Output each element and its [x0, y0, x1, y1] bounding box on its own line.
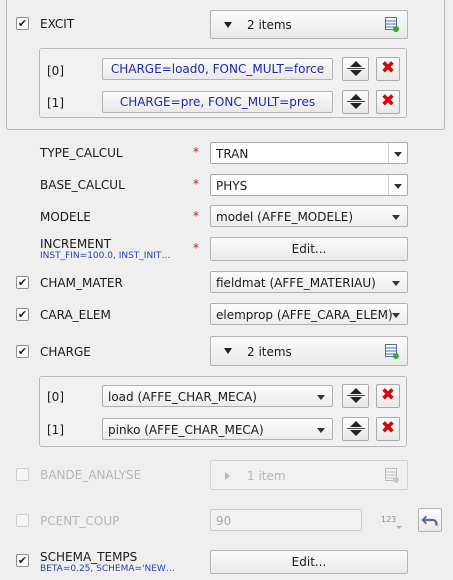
bande-analyse-checkbox[interactable]: [16, 468, 29, 481]
bande-analyse-label: BANDE_ANALYSE: [40, 468, 142, 482]
excit-row-1-value-button[interactable]: CHARGE=pre, FONC_MULT=pres: [102, 91, 333, 113]
add-table-icon: [385, 468, 399, 483]
charge-row-1-select[interactable]: pinko (AFFE_CHAR_MECA): [102, 418, 333, 440]
chevron-down-icon[interactable]: [388, 175, 407, 195]
excit-label: EXCIT: [40, 17, 75, 31]
undo-icon: [421, 515, 438, 526]
schema-temps-summary: BETA=0.25, SCHEMA='NEW…: [40, 564, 175, 574]
expand-triangle-icon: [224, 22, 232, 28]
required-marker: *: [193, 241, 199, 255]
charge-row-1-delete-button[interactable]: ✖: [376, 417, 400, 441]
charge-row-0-select[interactable]: load (AFFE_CHAR_MECA): [102, 385, 333, 407]
modele-label: MODELE: [40, 210, 91, 224]
base-calcul-combobox[interactable]: PHYS: [210, 174, 408, 196]
excit-row-0-index: [0]: [47, 64, 64, 78]
charge-row-1-index: [1]: [47, 423, 64, 437]
delete-icon: ✖: [380, 58, 396, 78]
charge-row-1-value: pinko (AFFE_CHAR_MECA): [108, 423, 264, 437]
move-up-icon: [350, 421, 362, 427]
charge-row-0-move-button[interactable]: [342, 384, 369, 408]
bande-analyse-items-button[interactable]: 1 item: [210, 460, 408, 490]
pcent-coup-label: PCENT_COUP: [40, 514, 120, 528]
pcent-coup-checkbox[interactable]: [16, 514, 29, 527]
move-separator: [347, 101, 365, 102]
required-marker: *: [193, 177, 199, 191]
charge-items-count: 2 items: [247, 345, 292, 359]
cham-mater-value: fieldmat (AFFE_MATERIAU): [216, 276, 376, 290]
cham-mater-label: CHAM_MATER: [40, 276, 123, 290]
cara-elem-value: elemprop (AFFE_CARA_ELEM): [216, 308, 393, 322]
excit-items-button[interactable]: 2 items: [210, 10, 408, 39]
increment-edit-button[interactable]: Edit...: [210, 237, 408, 261]
cham-mater-checkbox[interactable]: ✔: [16, 276, 29, 289]
pcent-coup-input[interactable]: 90: [210, 509, 362, 531]
type-calcul-combobox[interactable]: TRAN: [210, 142, 408, 164]
move-down-icon: [350, 70, 362, 76]
required-marker: *: [193, 209, 199, 223]
excit-row-0-move-button[interactable]: [342, 57, 369, 81]
move-up-icon: [350, 61, 362, 67]
charge-label: CHARGE: [40, 345, 91, 359]
pcent-coup-value: 90: [216, 514, 232, 528]
base-calcul-label: BASE_CALCUL: [40, 178, 125, 192]
move-down-icon: [350, 430, 362, 436]
delete-icon: ✖: [380, 418, 396, 438]
type-calcul-label: TYPE_CALCUL: [40, 146, 123, 160]
collapsed-triangle-icon: [225, 472, 230, 480]
charge-row-1-move-button[interactable]: [342, 417, 369, 441]
increment-label: INCREMENT: [40, 237, 112, 251]
type-hint-arrow-icon: [396, 526, 402, 529]
move-up-icon: [350, 388, 362, 394]
move-separator: [347, 395, 365, 396]
schema-temps-checkbox[interactable]: ✔: [16, 554, 29, 567]
reset-button[interactable]: [418, 508, 442, 532]
excit-items-count: 2 items: [247, 18, 292, 32]
expand-triangle-icon: [224, 348, 232, 354]
excit-checkbox[interactable]: ✔: [16, 17, 29, 30]
cara-elem-select[interactable]: elemprop (AFFE_CARA_ELEM): [210, 303, 408, 325]
charge-checkbox[interactable]: ✔: [16, 345, 29, 358]
charge-row-0-delete-button[interactable]: ✖: [376, 384, 400, 408]
add-table-icon: [385, 17, 399, 32]
base-calcul-value: PHYS: [216, 179, 248, 193]
charge-items-button[interactable]: 2 items: [210, 336, 408, 366]
type-calcul-value: TRAN: [216, 147, 249, 161]
excit-row-1-index: [1]: [47, 96, 64, 110]
move-separator: [347, 68, 365, 69]
charge-row-0-index: [0]: [47, 390, 64, 404]
cham-mater-select[interactable]: fieldmat (AFFE_MATERIAU): [210, 271, 408, 293]
delete-icon: ✖: [380, 385, 396, 405]
schema-temps-edit-button[interactable]: Edit...: [210, 550, 408, 574]
cara-elem-label: CARA_ELEM: [40, 308, 111, 322]
modele-select[interactable]: model (AFFE_MODELE): [210, 205, 408, 227]
charge-row-0-value: load (AFFE_CHAR_MECA): [108, 390, 257, 404]
move-down-icon: [350, 103, 362, 109]
chevron-down-icon[interactable]: [388, 143, 407, 163]
increment-summary: INST_FIN=100.0, INST_INIT…: [40, 251, 171, 261]
move-separator: [347, 428, 365, 429]
move-up-icon: [350, 94, 362, 100]
required-marker: *: [193, 145, 199, 159]
integer-type-icon: 123: [381, 515, 397, 524]
schema-temps-label: SCHEMA_TEMPS: [40, 550, 138, 564]
add-table-icon: [385, 344, 399, 359]
delete-icon: ✖: [380, 91, 396, 111]
bande-analyse-items-count: 1 item: [247, 469, 286, 483]
excit-row-1-delete-button[interactable]: ✖: [376, 90, 400, 114]
excit-row-1-move-button[interactable]: [342, 90, 369, 114]
move-down-icon: [350, 397, 362, 403]
excit-row-0-value-button[interactable]: CHARGE=load0, FONC_MULT=force: [102, 58, 333, 80]
excit-row-0-delete-button[interactable]: ✖: [376, 57, 400, 81]
cara-elem-checkbox[interactable]: ✔: [16, 308, 29, 321]
modele-value: model (AFFE_MODELE): [216, 210, 354, 224]
